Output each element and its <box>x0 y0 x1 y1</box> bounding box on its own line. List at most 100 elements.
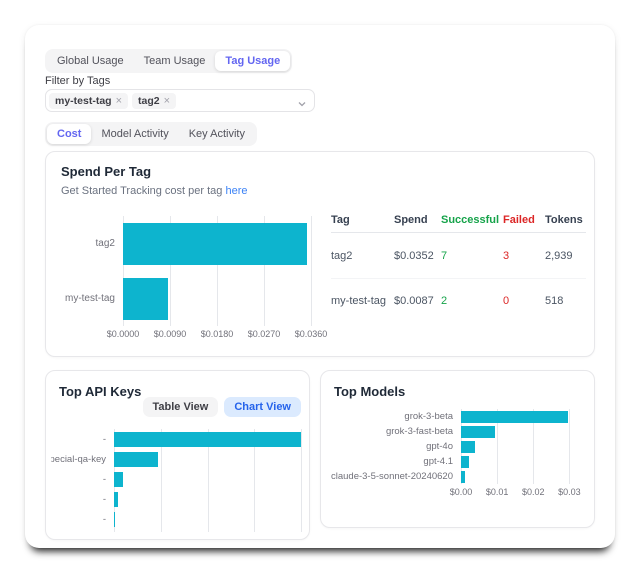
table-row: tag2 $0.0352 7 3 2,939 <box>331 233 586 278</box>
top_models-row: grok-3-beta <box>326 409 573 424</box>
api-keys-card-title: Top API Keys <box>59 384 141 399</box>
top_api_keys-bar <box>114 452 158 467</box>
top_models-track <box>461 441 573 453</box>
tab-team-usage[interactable]: Team Usage <box>134 51 216 71</box>
top_models-bar <box>461 426 495 438</box>
spend_per_tag-x-axis: $0.0000$0.0090$0.0180$0.0270$0.0360 <box>123 329 311 343</box>
top_models-category-label: gpt-4o <box>326 441 461 452</box>
cell-spend: $0.0352 <box>394 250 441 262</box>
spend_per_tag-tick-label: $0.0270 <box>248 329 281 339</box>
tab-key-activity[interactable]: Key Activity <box>179 124 255 144</box>
spend_per_tag-row: tag2 <box>54 216 311 271</box>
top_models-bar <box>461 441 475 453</box>
top_api_keys-row: - <box>51 429 301 449</box>
spend_per_tag-bar <box>123 223 307 265</box>
col-successful: Successful <box>441 214 503 226</box>
cell-spend: $0.0087 <box>394 295 441 307</box>
spend-table-header: Tag Spend Successful Failed Tokens <box>331 207 586 233</box>
top_models-track <box>461 456 573 468</box>
top_models-bar <box>461 471 465 483</box>
spend_per_tag-tick-label: $0.0000 <box>107 329 140 339</box>
top-api-keys-chart: - pecial-qa-key - - - <box>51 429 301 529</box>
usage-tabbar: Global Usage Team Usage Tag Usage <box>45 49 292 73</box>
col-tokens: Tokens <box>545 214 586 226</box>
top_models-row: claude-3-5-sonnet-20240620 <box>326 469 573 484</box>
tab-global-usage[interactable]: Global Usage <box>47 51 134 71</box>
spend-per-tag-card: Spend Per Tag Get Started Tracking cost … <box>45 151 595 357</box>
subtitle-text: Get Started Tracking cost per tag <box>61 185 222 197</box>
cell-tokens: 2,939 <box>545 250 586 262</box>
spend_per_tag-tick-label: $0.0180 <box>201 329 234 339</box>
top_models-row: gpt-4.1 <box>326 454 573 469</box>
gridline <box>311 216 312 326</box>
top_api_keys-track <box>114 472 301 487</box>
top_api_keys-row: - <box>51 509 301 529</box>
tab-tag-usage[interactable]: Tag Usage <box>215 51 290 71</box>
top_models-tick-label: $0.01 <box>486 487 509 497</box>
top_api_keys-bar <box>114 472 123 487</box>
top_api_keys-bar <box>114 492 118 507</box>
spend_per_tag-track <box>123 223 311 265</box>
top_models-x-axis: $0.00$0.01$0.02$0.03 <box>461 487 573 501</box>
top_models-category-label: grok-3-fast-beta <box>326 426 461 437</box>
top_api_keys-category-label: pecial-qa-key <box>51 454 114 465</box>
top_models-bar <box>461 456 469 468</box>
top_api_keys-category-label: - <box>51 514 114 525</box>
remove-tag-icon[interactable]: × <box>164 96 170 106</box>
spend-card-title: Spend Per Tag <box>61 164 151 179</box>
spend_per_tag-category-label: tag2 <box>54 238 123 249</box>
top_api_keys-bar <box>114 432 301 447</box>
tag-filter-select[interactable]: my-test-tag × tag2 × <box>45 89 315 112</box>
view-tabbar: Cost Model Activity Key Activity <box>45 122 257 146</box>
spend_per_tag-bar <box>123 278 168 320</box>
spend-table: Tag Spend Successful Failed Tokens tag2 … <box>331 207 586 323</box>
cell-failed: 3 <box>503 250 545 262</box>
gridline <box>301 429 302 532</box>
tag-chip[interactable]: my-test-tag × <box>49 93 128 109</box>
top_api_keys-track <box>114 492 301 507</box>
top_models-row: grok-3-fast-beta <box>326 424 573 439</box>
chart-view-button[interactable]: Chart View <box>224 397 301 417</box>
cell-successful: 7 <box>441 250 503 262</box>
top_models-tick-label: $0.03 <box>558 487 581 497</box>
models-card-title: Top Models <box>334 384 405 399</box>
view-toggle: Table View Chart View <box>143 397 302 417</box>
top_api_keys-bar <box>114 512 115 527</box>
filter-by-tags-label: Filter by Tags <box>45 75 110 87</box>
table-row: my-test-tag $0.0087 2 0 518 <box>331 278 586 323</box>
col-tag: Tag <box>331 214 394 226</box>
spend_per_tag-row: my-test-tag <box>54 271 311 326</box>
tab-cost[interactable]: Cost <box>47 124 91 144</box>
top_models-tick-label: $0.02 <box>522 487 545 497</box>
main-panel: Global Usage Team Usage Tag Usage Filter… <box>25 25 615 548</box>
spend-card-subtitle: Get Started Tracking cost per tag here <box>61 185 248 197</box>
spend_per_tag-tick-label: $0.0090 <box>154 329 187 339</box>
tag-chip[interactable]: tag2 × <box>132 93 176 109</box>
top_api_keys-category-label: - <box>51 474 114 485</box>
spend_per_tag-tick-label: $0.0360 <box>295 329 328 339</box>
tab-model-activity[interactable]: Model Activity <box>91 124 178 144</box>
top_models-row: gpt-4o <box>326 439 573 454</box>
spend-per-tag-chart: tag2 my-test-tag $0.0000 $0.0090 $0.0180 $0.0… <box>54 216 311 343</box>
top_api_keys-category-label: - <box>51 494 114 505</box>
top_models-category-label: gpt-4.1 <box>326 456 461 467</box>
tag-chip-label: tag2 <box>138 95 160 107</box>
cell-failed: 0 <box>503 295 545 307</box>
top_models-tick-label: $0.00 <box>450 487 473 497</box>
spend_per_tag-category-label: my-test-tag <box>54 293 123 304</box>
top_models-track <box>461 411 573 423</box>
top-models-chart: grok-3-beta grok-3-fast-beta gpt-4o gpt-4.1… <box>326 409 573 501</box>
top_models-category-label: grok-3-beta <box>326 411 461 422</box>
top_models-track <box>461 471 573 483</box>
cell-tag: tag2 <box>331 250 394 262</box>
top_api_keys-row: - <box>51 489 301 509</box>
top-api-keys-card: Top API Keys Table View Chart View - peci… <box>45 370 310 540</box>
remove-tag-icon[interactable]: × <box>116 96 122 106</box>
chevron-down-icon <box>297 96 307 114</box>
top_api_keys-category-label: - <box>51 434 114 445</box>
top_models-bar <box>461 411 568 423</box>
table-view-button[interactable]: Table View <box>143 397 219 417</box>
col-failed: Failed <box>503 214 545 226</box>
cell-tokens: 518 <box>545 295 586 307</box>
tracking-docs-link[interactable]: here <box>225 185 247 197</box>
